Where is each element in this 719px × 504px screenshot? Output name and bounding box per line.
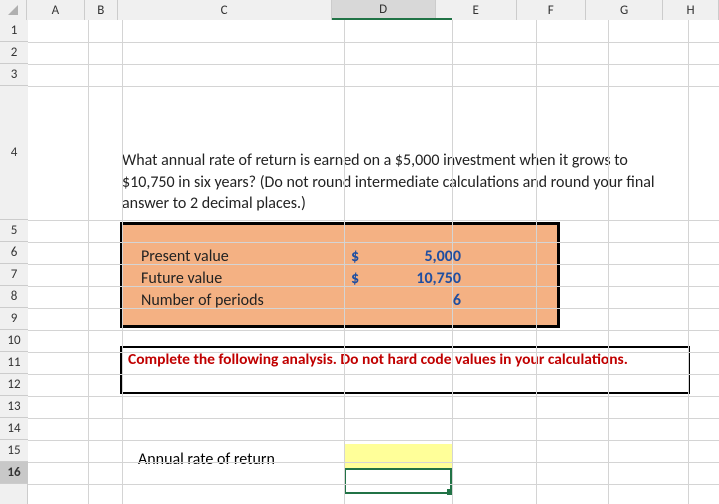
col-header-F[interactable]: F <box>517 0 586 20</box>
col-header-C[interactable]: C <box>118 0 332 20</box>
row-header-10[interactable]: 10 <box>0 330 28 352</box>
gridline-h <box>28 264 719 265</box>
gridline-v <box>122 20 123 504</box>
gridline-h <box>28 396 719 397</box>
cell-grid[interactable]: What annual rate of return is earned on … <box>28 20 719 504</box>
gridline-v <box>344 20 345 504</box>
row-header-11[interactable]: 11 <box>0 352 28 374</box>
row-header-16[interactable]: 16 <box>0 462 28 484</box>
gridline-h <box>28 64 719 65</box>
fv-value: 10,750 <box>381 269 461 288</box>
row-header-14[interactable]: 14 <box>0 418 28 440</box>
pv-currency: $ <box>351 247 381 266</box>
gridline-h <box>28 86 719 87</box>
given-data-box: Present value $ 5,000 Future value $ 10,… <box>120 222 560 328</box>
gridline-v <box>452 20 453 504</box>
selected-column-indicator <box>344 18 452 20</box>
n-label: Number of periods <box>141 291 351 310</box>
n-value: 6 <box>381 291 461 310</box>
row-header-9[interactable]: 9 <box>0 308 28 330</box>
row-header-5[interactable]: 5 <box>0 220 28 242</box>
row-header-7[interactable]: 7 <box>0 264 28 286</box>
select-all-corner[interactable] <box>0 0 27 20</box>
gridline-h <box>28 440 719 441</box>
gridline-h <box>28 308 719 309</box>
row-header-12[interactable]: 12 <box>0 374 28 396</box>
gridline-h <box>28 462 719 463</box>
row-headers: 12345678910111213141516 <box>0 20 28 504</box>
column-headers: ABCDEFGH <box>0 0 719 20</box>
col-header-A[interactable]: A <box>27 0 85 20</box>
answer-input-cell[interactable] <box>344 444 452 468</box>
gridline-v <box>688 20 689 504</box>
col-header-H[interactable]: H <box>663 0 719 20</box>
row-header-13[interactable]: 13 <box>0 396 28 418</box>
question-text: What annual rate of return is earned on … <box>122 150 682 215</box>
col-header-G[interactable]: G <box>586 0 663 20</box>
gridline-v <box>536 20 537 504</box>
gridline-h <box>28 330 719 331</box>
gridline-v <box>88 20 89 504</box>
row-header-3[interactable]: 3 <box>0 64 28 86</box>
row-header-8[interactable]: 8 <box>0 286 28 308</box>
fv-currency: $ <box>351 269 381 288</box>
row-header-2[interactable]: 2 <box>0 42 28 64</box>
fv-label: Future value <box>141 269 351 288</box>
gridline-h <box>28 374 719 375</box>
row-header-4[interactable]: 4 <box>0 86 28 220</box>
col-header-D[interactable]: D <box>332 0 436 20</box>
row-header-6[interactable]: 6 <box>0 242 28 264</box>
gridline-h <box>28 286 719 287</box>
gridline-h <box>28 352 719 353</box>
gridline-h <box>28 418 719 419</box>
pv-label: Present value <box>141 247 351 266</box>
pv-value: 5,000 <box>381 247 461 266</box>
gridline-h <box>28 220 719 221</box>
answer-label: Annual rate of return <box>138 450 275 469</box>
active-cell-selection[interactable] <box>344 468 452 494</box>
row-header-15[interactable]: 15 <box>0 440 28 462</box>
gridline-h <box>28 242 719 243</box>
spreadsheet: ABCDEFGH 12345678910111213141516 What an… <box>0 0 719 504</box>
row-header-1[interactable]: 1 <box>0 20 28 42</box>
col-header-E[interactable]: E <box>436 0 517 20</box>
gridline-h <box>28 42 719 43</box>
instruction-box: Complete the following analysis. Do not … <box>120 346 690 394</box>
col-header-B[interactable]: B <box>85 0 118 20</box>
gridline-v <box>608 20 609 504</box>
gridline-h <box>28 484 719 485</box>
